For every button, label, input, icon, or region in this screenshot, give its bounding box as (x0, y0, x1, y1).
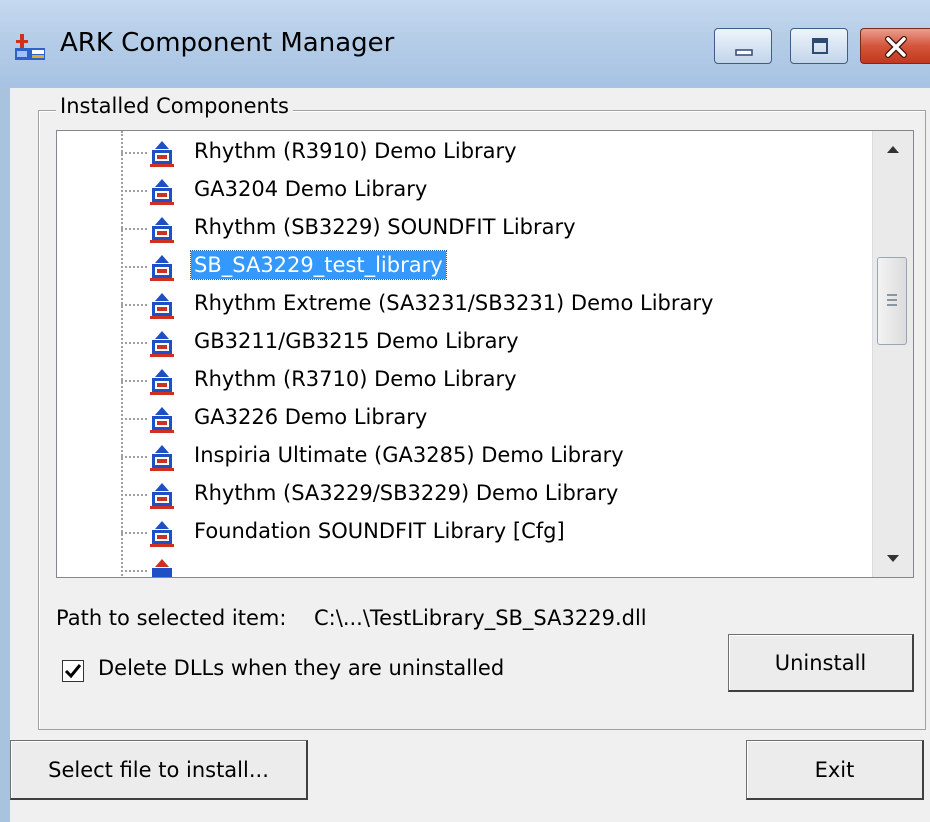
tree-item[interactable]: Rhythm (SA3229/SB3229) Demo Library (121, 475, 851, 513)
tree-item-label: Rhythm (SA3229/SB3229) Demo Library (194, 481, 619, 505)
tree-item-label: Foundation SOUNDFIT Library [Cfg] (194, 519, 565, 543)
path-value: C:\...\TestLibrary_SB_SA3229.dll (314, 606, 647, 630)
tree-item-label: SB_SA3229_test_library (190, 250, 447, 280)
group-label: Installed Components (56, 94, 294, 118)
scroll-down-button[interactable] (873, 543, 913, 577)
window-title: ARK Component Manager (60, 28, 395, 58)
uninstall-button[interactable]: Uninstall (728, 634, 914, 692)
tree-item[interactable]: Rhythm (R3910) Demo Library (121, 133, 851, 171)
exit-button[interactable]: Exit (746, 740, 924, 800)
scroll-down-arrow-icon (887, 555, 899, 562)
tree-item[interactable]: Inspiria Ultimate (GA3285) Demo Library (121, 437, 851, 475)
tree-item-label: Inspiria Ultimate (GA3285) Demo Library (194, 443, 624, 467)
tree-item-label: GA3226 Demo Library (194, 405, 428, 429)
minimize-icon (735, 49, 753, 56)
library-icon (150, 141, 174, 167)
library-icon (150, 255, 174, 281)
library-icon (150, 483, 174, 509)
maximize-button[interactable] (790, 28, 848, 64)
window-frame: ARK Component Manager Installed Componen… (0, 0, 930, 822)
tree-item[interactable]: Rhythm (SB3229) SOUNDFIT Library (121, 209, 851, 247)
library-icon (150, 331, 174, 357)
library-icon (150, 521, 174, 547)
tree-scrollbar[interactable] (872, 131, 913, 577)
close-button[interactable] (860, 28, 930, 64)
library-icon (150, 407, 174, 433)
tree-item-partial[interactable] (121, 551, 851, 577)
components-tree[interactable]: Rhythm (R3910) Demo Library GA3204 Demo … (56, 130, 914, 578)
tree-item-label: Rhythm (R3910) Demo Library (194, 139, 517, 163)
scroll-thumb[interactable] (877, 257, 907, 345)
tree-item-label: Rhythm (R3710) Demo Library (194, 367, 517, 391)
checkmark-icon (64, 664, 82, 679)
tree-item[interactable]: GA3226 Demo Library (121, 399, 851, 437)
tree-item[interactable]: GB3211/GB3215 Demo Library (121, 323, 851, 361)
select-file-button[interactable]: Select file to install... (10, 740, 308, 800)
library-icon (150, 445, 174, 471)
title-bar[interactable]: ARK Component Manager (0, 0, 930, 88)
tree-item-label: Rhythm Extreme (SA3231/SB3231) Demo Libr… (194, 291, 714, 315)
scroll-up-button[interactable] (873, 131, 913, 165)
tree-item[interactable]: Foundation SOUNDFIT Library [Cfg] (121, 513, 851, 551)
tree-item-label: Rhythm (SB3229) SOUNDFIT Library (194, 215, 576, 239)
tree-item[interactable]: Rhythm (R3710) Demo Library (121, 361, 851, 399)
tree-item[interactable]: GA3204 Demo Library (121, 171, 851, 209)
path-label: Path to selected item: (56, 606, 287, 630)
tree-item-label: GB3211/GB3215 Demo Library (194, 329, 519, 353)
library-icon (150, 217, 174, 243)
library-icon (150, 293, 174, 319)
library-icon (150, 369, 174, 395)
minimize-button[interactable] (714, 28, 772, 64)
library-icon (150, 179, 174, 205)
delete-dlls-checkbox[interactable] (62, 660, 84, 682)
delete-dlls-label[interactable]: Delete DLLs when they are uninstalled (98, 656, 504, 680)
close-icon (885, 36, 907, 58)
tree-item-selected[interactable]: SB_SA3229_test_library (121, 247, 851, 285)
client-area: Installed Components Rhythm (R3910) Demo… (10, 88, 930, 822)
ark-app-icon (15, 34, 45, 60)
scroll-grip-icon (887, 294, 897, 306)
tree-item[interactable]: Rhythm Extreme (SA3231/SB3231) Demo Libr… (121, 285, 851, 323)
tree-item-label: GA3204 Demo Library (194, 177, 428, 201)
library-icon (152, 559, 172, 577)
maximize-icon (812, 38, 828, 54)
scroll-up-arrow-icon (887, 146, 899, 153)
